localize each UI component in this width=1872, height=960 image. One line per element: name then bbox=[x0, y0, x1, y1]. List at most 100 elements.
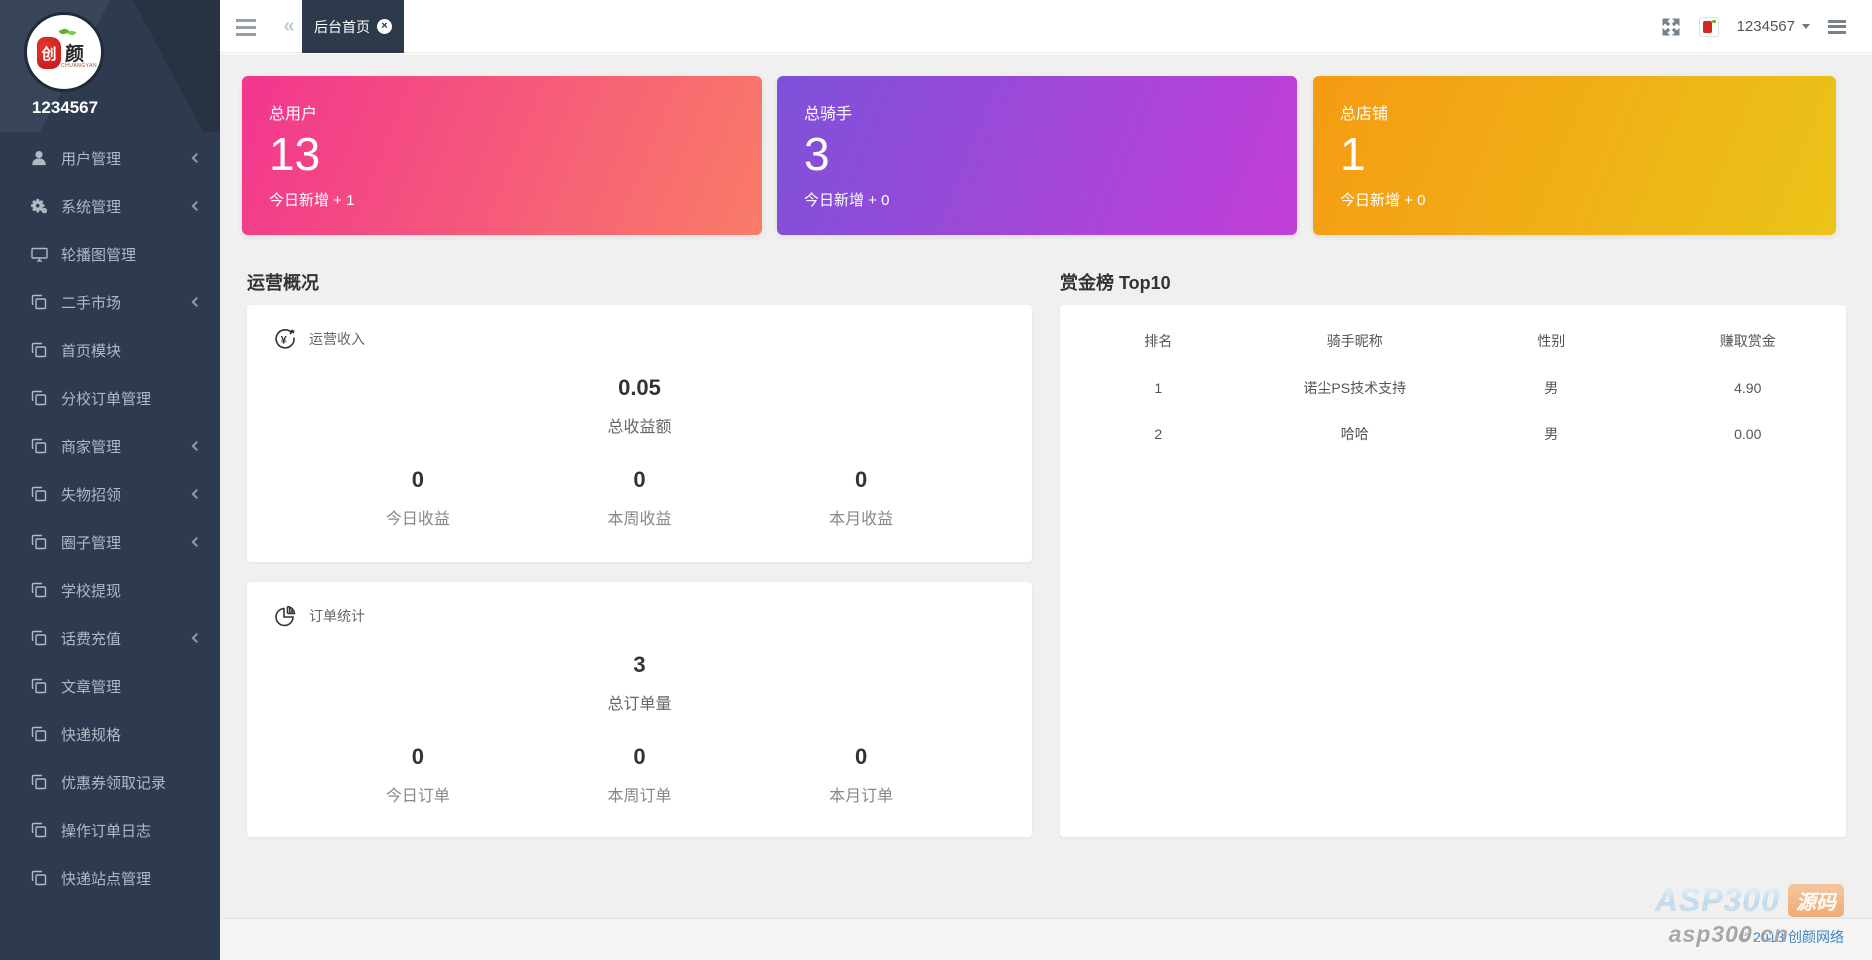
tab-label: 后台首页 bbox=[314, 18, 370, 35]
sidebar-item-label: 圈子管理 bbox=[61, 534, 122, 552]
logo-second-glyph: 颜 bbox=[65, 44, 85, 65]
sidebar-item-article-mgmt[interactable]: 文章管理 bbox=[0, 662, 220, 710]
cell-gender: 男 bbox=[1544, 380, 1559, 396]
watermark-domain-row: © 2013 创颜网络 asp300.cn bbox=[1655, 921, 1844, 949]
metric-label: 本周收益 bbox=[607, 511, 672, 528]
metric-month-orders: 0 本月订单 bbox=[750, 744, 972, 806]
chevron-left-icon bbox=[191, 489, 202, 499]
svg-text:¥: ¥ bbox=[281, 335, 288, 347]
watermark-badge: 源码 bbox=[1788, 884, 1844, 917]
sidebar-item-label: 快递站点管理 bbox=[61, 870, 152, 888]
bounty-table-header-row: 排名 骑手昵称 性别 赚取赏金 bbox=[1060, 317, 1846, 365]
sidebar-item-branch-orders[interactable]: 分校订单管理 bbox=[0, 374, 220, 422]
tab-close-icon[interactable]: × bbox=[377, 19, 392, 34]
bounty-panel: 排名 骑手昵称 性别 赚取赏金 1 诺尘PS技术支持 男 4.90 2 哈哈 男… bbox=[1060, 305, 1846, 837]
tab-dashboard-home[interactable]: 后台首页 × bbox=[302, 0, 404, 53]
orders-panel-header: 订单统计 bbox=[247, 582, 1032, 628]
topbar-username: 1234567 bbox=[1736, 18, 1795, 35]
sidebar-item-system-mgmt[interactable]: 系统管理 bbox=[0, 182, 220, 230]
sidebar-item-label: 操作订单日志 bbox=[61, 822, 152, 840]
chevron-left-icon bbox=[191, 633, 202, 643]
bounty-heading: 赏金榜 Top10 bbox=[1060, 273, 1171, 293]
metric-value: 0 bbox=[633, 467, 646, 492]
sidebar-item-order-log[interactable]: 操作订单日志 bbox=[0, 806, 220, 854]
tabs-scroll-left-button[interactable]: « bbox=[272, 12, 306, 40]
cell-nickname: 哈哈 bbox=[1340, 426, 1369, 442]
logo-seal-glyph: 创 bbox=[37, 37, 61, 69]
col-header-nickname: 骑手昵称 bbox=[1326, 333, 1383, 349]
copy-icon bbox=[30, 390, 48, 406]
chevron-left-icon bbox=[191, 153, 202, 163]
stat-title: 总用户 bbox=[269, 106, 318, 123]
user-avatar[interactable] bbox=[1698, 16, 1719, 37]
fullscreen-icon[interactable] bbox=[1661, 17, 1681, 37]
sidebar-item-label: 二手市场 bbox=[61, 294, 122, 312]
stat-title: 总店铺 bbox=[1340, 106, 1389, 123]
topbar: « 后台首页 × 1234567 bbox=[220, 0, 1872, 53]
stat-card-total-shops: 总店铺 1 今日新增 + 0 bbox=[1313, 76, 1836, 235]
brand-logo-art: 创 颜 CHUANGYAN bbox=[35, 27, 97, 75]
income-total: 0.05 总收益额 bbox=[247, 375, 1032, 437]
cell-bounty: 0.00 bbox=[1734, 426, 1762, 442]
sidebar-item-label: 话费充值 bbox=[61, 630, 122, 648]
metric-label: 今日收益 bbox=[385, 511, 450, 528]
copy-icon bbox=[30, 870, 48, 886]
user-menu[interactable]: 1234567 bbox=[1737, 18, 1810, 35]
sidebar-item-label: 首页模块 bbox=[61, 342, 122, 360]
income-metrics: 0 今日收益 0 本周收益 0 本月收益 bbox=[247, 467, 1032, 529]
topbar-actions: 1234567 bbox=[1661, 0, 1872, 53]
sidebar-item-coupon-claims[interactable]: 优惠券领取记录 bbox=[0, 758, 220, 806]
metric-month-income: 0 本月收益 bbox=[750, 467, 972, 529]
sidebar-item-lost-found[interactable]: 失物招领 bbox=[0, 470, 220, 518]
sidebar-item-circle-mgmt[interactable]: 圈子管理 bbox=[0, 518, 220, 566]
cell-rank: 2 bbox=[1154, 426, 1163, 442]
main-content: 总用户 13 今日新增 + 1 总骑手 3 今日新增 + 0 总店铺 1 今日新… bbox=[220, 54, 1872, 960]
sidebar-item-carousel-mgmt[interactable]: 轮播图管理 bbox=[0, 230, 220, 278]
copy-icon bbox=[30, 822, 48, 838]
sidebar-item-secondhand-market[interactable]: 二手市场 bbox=[0, 278, 220, 326]
metric-value: 0 bbox=[855, 744, 868, 769]
sidebar-item-phone-topup[interactable]: 话费充值 bbox=[0, 614, 220, 662]
message-list-icon[interactable] bbox=[1828, 19, 1846, 34]
sidebar-item-label: 用户管理 bbox=[61, 150, 122, 168]
sidebar-item-label: 分校订单管理 bbox=[61, 390, 152, 408]
orders-metrics: 0 今日订单 0 本周订单 0 本月订单 bbox=[247, 744, 1032, 806]
stat-card-total-riders: 总骑手 3 今日新增 + 0 bbox=[777, 76, 1297, 235]
admin-dashboard: 创 颜 CHUANGYAN 1234567 用户管理 系统管理 轮播图管理 二手… bbox=[0, 0, 1872, 960]
sidebar-item-express-station[interactable]: 快递站点管理 bbox=[0, 854, 220, 902]
bounty-table: 排名 骑手昵称 性别 赚取赏金 1 诺尘PS技术支持 男 4.90 2 哈哈 男… bbox=[1060, 317, 1846, 457]
copy-icon bbox=[30, 726, 48, 742]
watermark: ASP300 源码 © 2013 创颜网络 asp300.cn bbox=[1655, 882, 1844, 949]
orders-panel-label: 订单统计 bbox=[309, 608, 365, 624]
monitor-icon bbox=[30, 246, 48, 262]
copy-icon bbox=[30, 294, 48, 310]
sidebar-username: 1234567 bbox=[31, 98, 99, 117]
table-row: 2 哈哈 男 0.00 bbox=[1060, 411, 1846, 457]
footer-area bbox=[220, 919, 1872, 960]
sidebar-item-merchant-mgmt[interactable]: 商家管理 bbox=[0, 422, 220, 470]
gears-icon bbox=[30, 198, 48, 214]
user-icon bbox=[30, 150, 48, 166]
sidebar-toggle-button[interactable] bbox=[230, 14, 268, 40]
sidebar-item-user-mgmt[interactable]: 用户管理 bbox=[0, 134, 220, 182]
chevron-left-icon bbox=[191, 297, 202, 307]
sidebar-item-school-withdraw[interactable]: 学校提现 bbox=[0, 566, 220, 614]
sidebar-item-express-spec[interactable]: 快递规格 bbox=[0, 710, 220, 758]
col-header-bounty: 赚取赏金 bbox=[1719, 333, 1776, 349]
metric-value: 0 bbox=[633, 744, 646, 769]
sidebar-item-label: 学校提现 bbox=[61, 582, 122, 600]
metric-week-orders: 0 本周订单 bbox=[529, 744, 751, 806]
sidebar-item-home-modules[interactable]: 首页模块 bbox=[0, 326, 220, 374]
orders-total-label: 总订单量 bbox=[607, 696, 672, 713]
watermark-brand: ASP300 bbox=[1654, 882, 1780, 918]
sidebar-item-label: 商家管理 bbox=[61, 438, 122, 456]
money-circle-icon: ¥ bbox=[273, 327, 297, 351]
stat-title: 总骑手 bbox=[804, 106, 853, 123]
col-header-gender: 性别 bbox=[1537, 333, 1566, 349]
operations-heading: 运营概况 bbox=[247, 273, 319, 293]
orders-panel: 订单统计 3 总订单量 0 今日订单 0 本周订单 0 本月订单 bbox=[247, 582, 1032, 837]
orders-total-value: 3 bbox=[633, 652, 646, 677]
sidebar-menu: 用户管理 系统管理 轮播图管理 二手市场 首页模块 分校订单管理 商家管理 失物… bbox=[0, 134, 220, 902]
sidebar-item-label: 优惠券领取记录 bbox=[61, 774, 167, 792]
income-total-label: 总收益额 bbox=[607, 419, 672, 436]
